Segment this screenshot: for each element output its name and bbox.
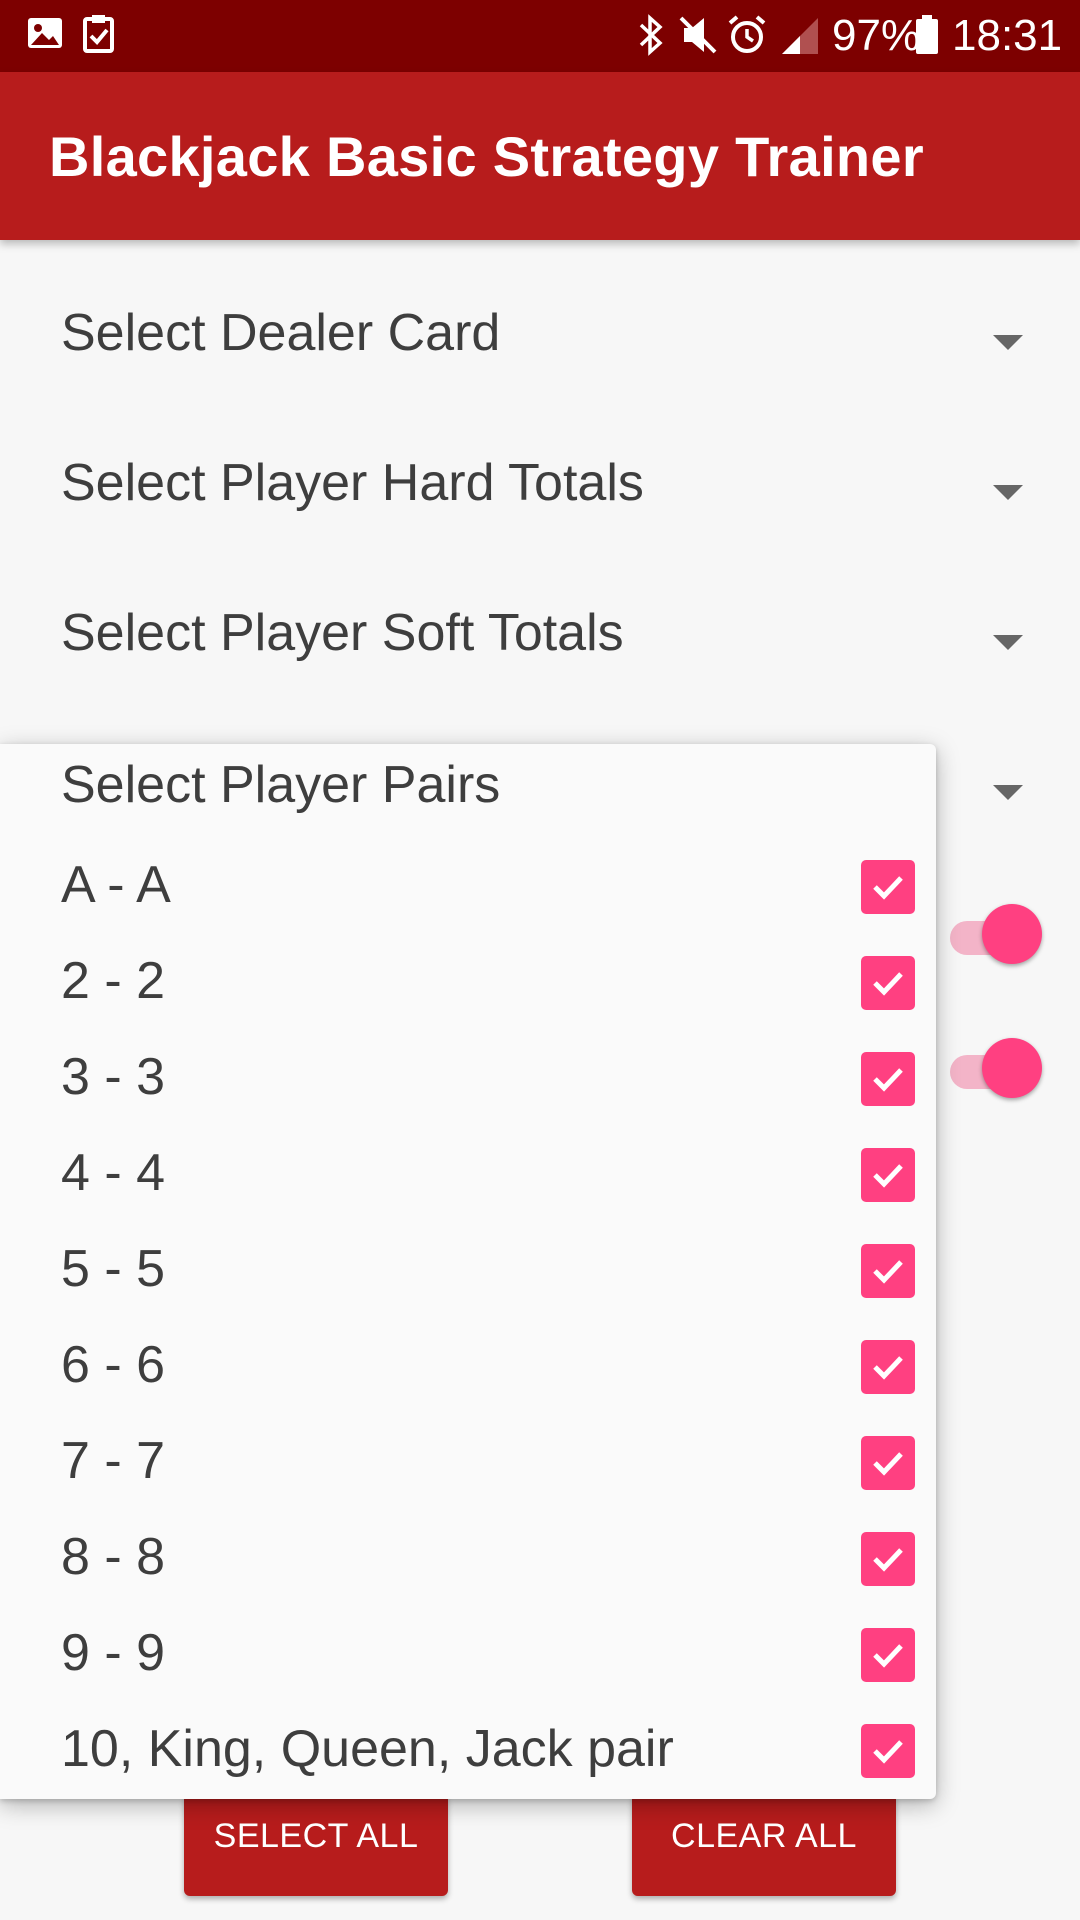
option-label: 9 - 9 xyxy=(61,1624,166,1682)
option-label: 7 - 7 xyxy=(61,1432,166,1490)
bluetooth-icon xyxy=(636,14,666,61)
pair-option-8-8[interactable]: 8 - 8 xyxy=(0,1522,936,1618)
option-label: 8 - 8 xyxy=(61,1528,166,1586)
dropdown-arrow-icon xyxy=(993,335,1023,350)
toggle-switch-1[interactable] xyxy=(950,900,1046,970)
spinner-label: Select Dealer Card xyxy=(61,304,501,362)
option-label: 6 - 6 xyxy=(61,1336,166,1394)
pair-option-6-6[interactable]: 6 - 6 xyxy=(0,1330,936,1426)
alarm-icon xyxy=(726,14,768,61)
gallery-icon xyxy=(26,14,64,57)
checked-checkbox-icon[interactable] xyxy=(861,1724,915,1778)
pair-option-2-2[interactable]: 2 - 2 xyxy=(0,946,936,1042)
toggle-thumb xyxy=(982,1038,1042,1098)
status-bar: 97% 18:31 xyxy=(0,0,1080,72)
checked-checkbox-icon[interactable] xyxy=(861,1436,915,1490)
option-label: 4 - 4 xyxy=(61,1144,166,1202)
soft-totals-spinner[interactable]: Select Player Soft Totals xyxy=(0,598,1080,748)
checked-checkbox-icon[interactable] xyxy=(861,1340,915,1394)
pair-option-5-5[interactable]: 5 - 5 xyxy=(0,1234,936,1330)
signal-icon xyxy=(780,14,820,61)
checked-checkbox-icon[interactable] xyxy=(861,1628,915,1682)
option-label: A - A xyxy=(61,856,171,914)
option-label: 2 - 2 xyxy=(61,952,166,1010)
checked-checkbox-icon[interactable] xyxy=(861,1244,915,1298)
checked-checkbox-icon[interactable] xyxy=(861,860,915,914)
option-label: 5 - 5 xyxy=(61,1240,166,1298)
dropdown-arrow-icon xyxy=(993,485,1023,500)
pair-option-9-9[interactable]: 9 - 9 xyxy=(0,1618,936,1714)
player-pairs-dropdown: Select Player Pairs A - A 2 - 2 3 - 3 4 … xyxy=(0,744,936,1799)
battery-percent: 97% xyxy=(832,11,921,60)
checked-checkbox-icon[interactable] xyxy=(861,1148,915,1202)
dropdown-arrow-icon xyxy=(993,635,1023,650)
battery-icon xyxy=(914,14,940,61)
pairs-dropdown-arrow-icon[interactable] xyxy=(993,785,1023,800)
checked-checkbox-icon[interactable] xyxy=(861,1532,915,1586)
app-bar: Blackjack Basic Strategy Trainer xyxy=(0,72,1080,240)
toggle-thumb xyxy=(982,904,1042,964)
task-check-icon xyxy=(82,14,116,59)
pair-option-4-4[interactable]: 4 - 4 xyxy=(0,1138,936,1234)
option-label: 3 - 3 xyxy=(61,1048,166,1106)
option-label: 10, King, Queen, Jack pair xyxy=(61,1720,674,1778)
pair-option-10-face[interactable]: 10, King, Queen, Jack pair xyxy=(0,1714,936,1810)
spinner-label: Select Player Hard Totals xyxy=(61,454,644,512)
app-title: Blackjack Basic Strategy Trainer xyxy=(49,125,924,188)
dealer-card-spinner[interactable]: Select Dealer Card xyxy=(0,298,1080,448)
mute-icon xyxy=(678,14,718,61)
clock-time: 18:31 xyxy=(952,11,1063,60)
dropdown-title: Select Player Pairs xyxy=(61,756,501,814)
hard-totals-spinner[interactable]: Select Player Hard Totals xyxy=(0,448,1080,598)
checked-checkbox-icon[interactable] xyxy=(861,1052,915,1106)
toggle-switch-2[interactable] xyxy=(950,1034,1046,1104)
pair-option-a-a[interactable]: A - A xyxy=(0,850,936,946)
checked-checkbox-icon[interactable] xyxy=(861,956,915,1010)
spinner-label: Select Player Soft Totals xyxy=(61,604,624,662)
pair-option-3-3[interactable]: 3 - 3 xyxy=(0,1042,936,1138)
pair-option-7-7[interactable]: 7 - 7 xyxy=(0,1426,936,1522)
